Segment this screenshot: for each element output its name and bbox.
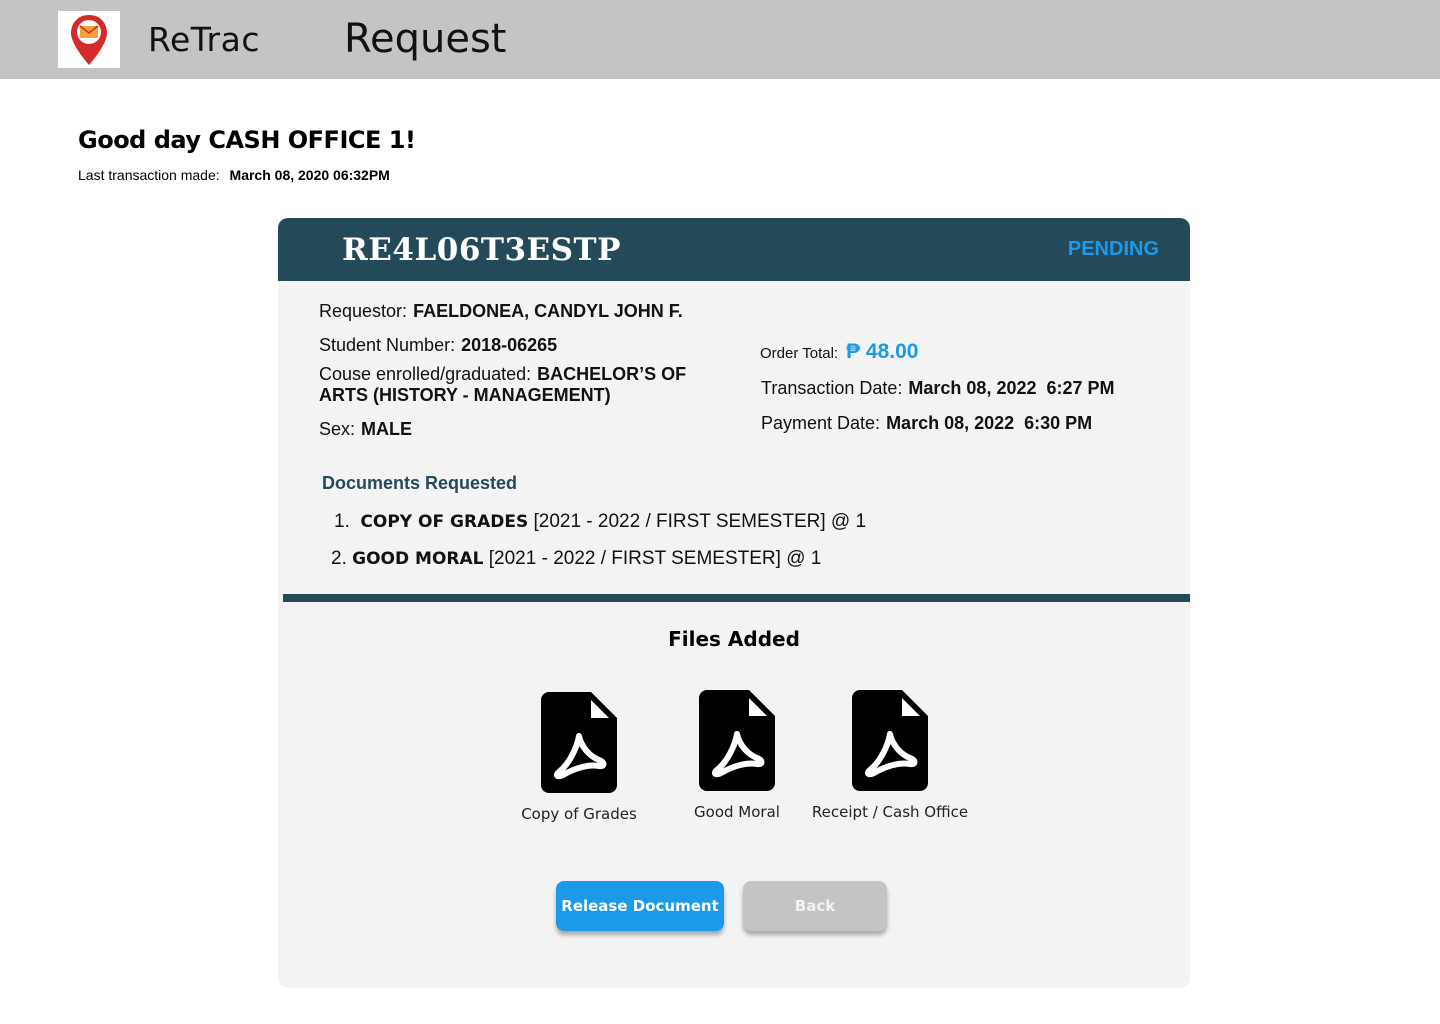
student-number-field: Student Number: 2018-06265 (319, 335, 557, 356)
requestor-label: Requestor: (319, 301, 408, 321)
pdf-file-icon (541, 692, 617, 793)
transaction-date-field: Transaction Date: March 08, 2022 6:27 PM (761, 378, 1115, 399)
document-name: GOOD MORAL (352, 549, 484, 569)
transaction-date-value: March 08, 2022 6:27 PM (908, 378, 1115, 398)
last-transaction: Last transaction made: March 08, 2020 06… (78, 167, 390, 183)
request-card-header: RE4L06T3ESTP PENDING (278, 218, 1190, 281)
page-title: Request (344, 16, 507, 62)
top-bar: ReTrac Request (0, 0, 1440, 79)
app-name: ReTrac (148, 20, 260, 59)
file-good-moral[interactable]: Good Moral (652, 690, 822, 821)
order-total-label: Order Total: (760, 345, 839, 362)
student-number-value: 2018-06265 (461, 335, 558, 355)
documents-requested-title: Documents Requested (322, 473, 518, 493)
request-card: RE4L06T3ESTP PENDING Requestor: FAELDONEA… (278, 218, 1190, 988)
file-label: Copy of Grades (521, 805, 637, 823)
document-details: [2021 - 2022 / FIRST SEMESTER] @ 1 (533, 511, 867, 532)
payment-date-value: March 08, 2022 6:30 PM (886, 413, 1093, 433)
file-label: Good Moral (694, 803, 780, 821)
order-total-field: Order Total: ₱ 48.00 (760, 340, 919, 364)
course-field: Couse enrolled/graduated: BACHELOR’S OF A… (319, 364, 739, 406)
document-details: [2021 - 2022 / FIRST SEMESTER] @ 1 (488, 548, 822, 569)
app-logo[interactable] (58, 11, 120, 68)
sex-value: MALE (361, 419, 413, 439)
requestor-value: FAELDONEA, CANDYL JOHN F. (413, 301, 683, 321)
status-badge: PENDING (1067, 238, 1159, 260)
requestor-field: Requestor: FAELDONEA, CANDYL JOHN F. (319, 301, 683, 322)
sex-field: Sex: MALE (319, 419, 412, 440)
last-transaction-label: Last transaction made: (78, 167, 220, 183)
pdf-file-icon (852, 690, 928, 791)
greeting: Good day CASH OFFICE 1! (78, 126, 416, 154)
document-number: 1. (334, 511, 350, 532)
document-number: 2. (331, 548, 347, 569)
files-added-title: Files Added (668, 627, 800, 651)
back-button[interactable]: Back (743, 881, 887, 931)
sex-label: Sex: (319, 419, 356, 439)
order-total-value: ₱ 48.00 (846, 340, 919, 363)
location-pin-mail-icon (71, 15, 107, 65)
payment-date-field: Payment Date: March 08, 2022 6:30 PM (761, 413, 1092, 434)
student-number-label: Student Number: (319, 335, 456, 355)
file-copy-of-grades[interactable]: Copy of Grades (494, 692, 664, 823)
transaction-date-label: Transaction Date: (761, 378, 903, 398)
pdf-file-icon (699, 690, 775, 791)
course-label: Couse enrolled/graduated: (319, 364, 532, 384)
reference-code: RE4L06T3ESTP (342, 232, 621, 268)
file-receipt-cash-office[interactable]: Receipt / Cash Office (805, 690, 975, 821)
file-label: Receipt / Cash Office (811, 803, 969, 821)
document-name: COPY OF GRADES (360, 512, 529, 532)
list-item: 2. GOOD MORAL [2021 - 2022 / FIRST SEMES… (331, 548, 821, 570)
payment-date-label: Payment Date: (761, 413, 881, 433)
list-item: 1. COPY OF GRADES [2021 - 2022 / FIRST S… (334, 511, 866, 533)
last-transaction-value: March 08, 2020 06:32PM (229, 167, 390, 183)
section-divider (283, 594, 1190, 602)
release-document-button[interactable]: Release Document (556, 881, 724, 931)
